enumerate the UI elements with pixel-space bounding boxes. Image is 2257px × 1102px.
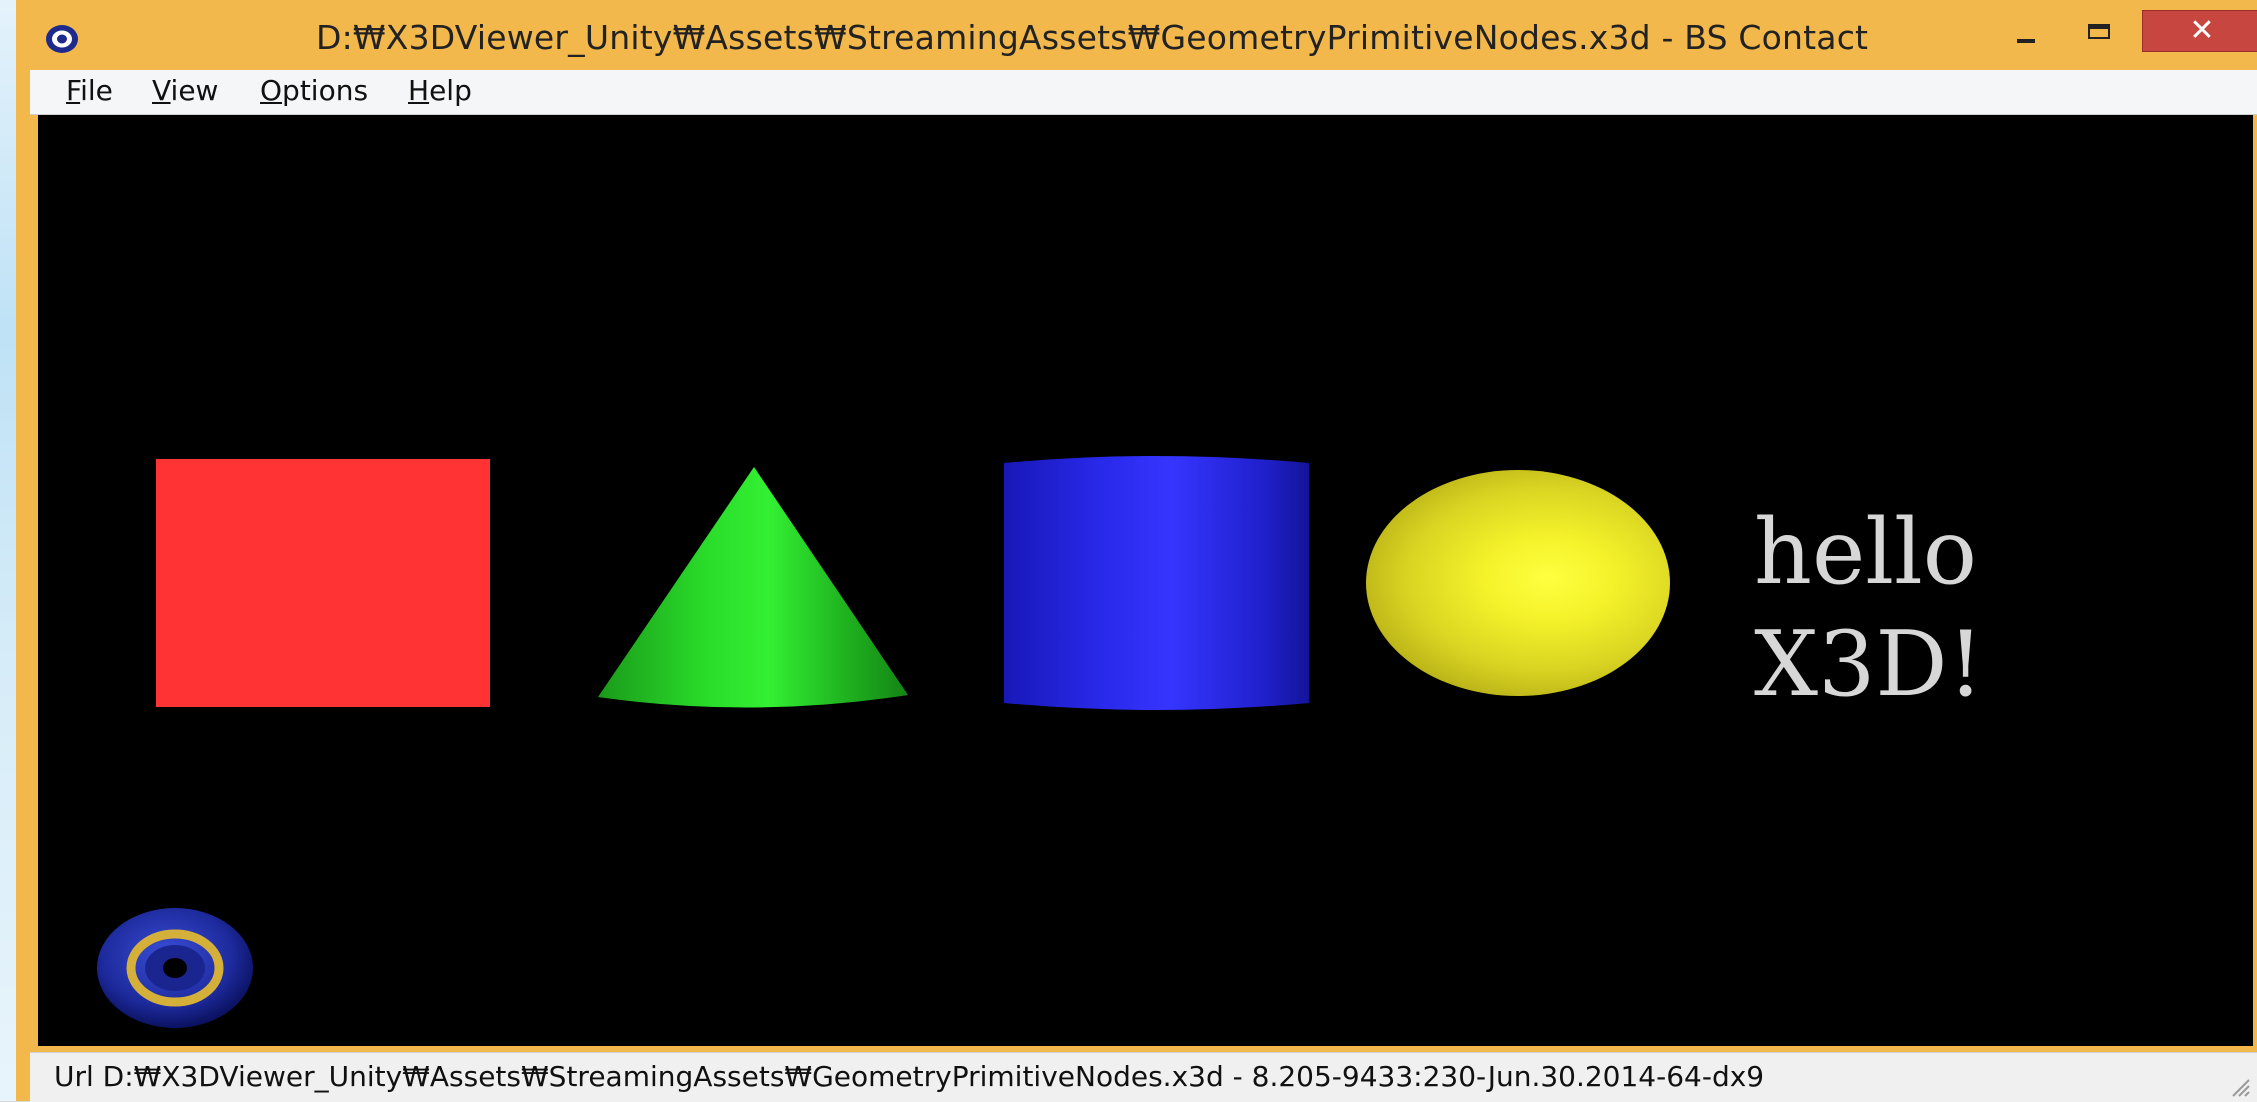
menu-help[interactable]: Help: [408, 74, 472, 107]
menu-view[interactable]: View: [152, 74, 218, 107]
3d-viewport[interactable]: hello X3D!: [38, 115, 2253, 1046]
green-cone-shape[interactable]: [598, 467, 908, 715]
menu-file[interactable]: File: [66, 74, 113, 107]
minimize-icon: [2017, 39, 2035, 43]
text-line-2: X3D!: [1754, 612, 1984, 717]
status-url-text: Url D:₩X3DViewer_Unity₩Assets₩StreamingA…: [54, 1060, 1765, 1093]
red-box-shape[interactable]: [156, 459, 490, 707]
maximize-button[interactable]: [2074, 10, 2124, 50]
desktop-background: [0, 0, 16, 1101]
minimize-button[interactable]: [2001, 10, 2051, 50]
menu-options-mnemonic: O: [260, 74, 283, 107]
resize-grip-icon[interactable]: [2227, 1074, 2251, 1098]
menu-view-label: iew: [170, 74, 219, 107]
close-icon: ✕: [2189, 13, 2215, 48]
navigation-eye-icon[interactable]: [94, 905, 256, 1031]
menu-help-mnemonic: H: [408, 74, 430, 107]
menu-options[interactable]: Options: [260, 74, 368, 107]
bs-contact-eye-icon[interactable]: [44, 22, 80, 56]
text-line-1: hello: [1754, 500, 1977, 605]
x3d-text-node: hello X3D!: [1754, 497, 1984, 721]
menu-file-mnemonic: F: [66, 74, 81, 107]
yellow-sphere-shape[interactable]: [1366, 470, 1670, 696]
menu-view-mnemonic: V: [152, 74, 171, 107]
close-button[interactable]: ✕: [2142, 10, 2257, 52]
menu-options-label: ptions: [282, 74, 369, 107]
menu-bar: File View Options Help: [30, 70, 2257, 115]
blue-cylinder-shape[interactable]: [1004, 455, 1309, 713]
menu-file-label: ile: [80, 74, 113, 107]
menu-help-label: elp: [429, 74, 472, 107]
window-title: D:₩X3DViewer_Unity₩Assets₩StreamingAsset…: [316, 18, 1869, 57]
status-bar: Url D:₩X3DViewer_Unity₩Assets₩StreamingA…: [30, 1052, 2257, 1102]
bs-contact-window: D:₩X3DViewer_Unity₩Assets₩StreamingAsset…: [16, 0, 2257, 1102]
maximize-icon: [2088, 24, 2110, 39]
title-bar[interactable]: D:₩X3DViewer_Unity₩Assets₩StreamingAsset…: [16, 0, 2257, 79]
